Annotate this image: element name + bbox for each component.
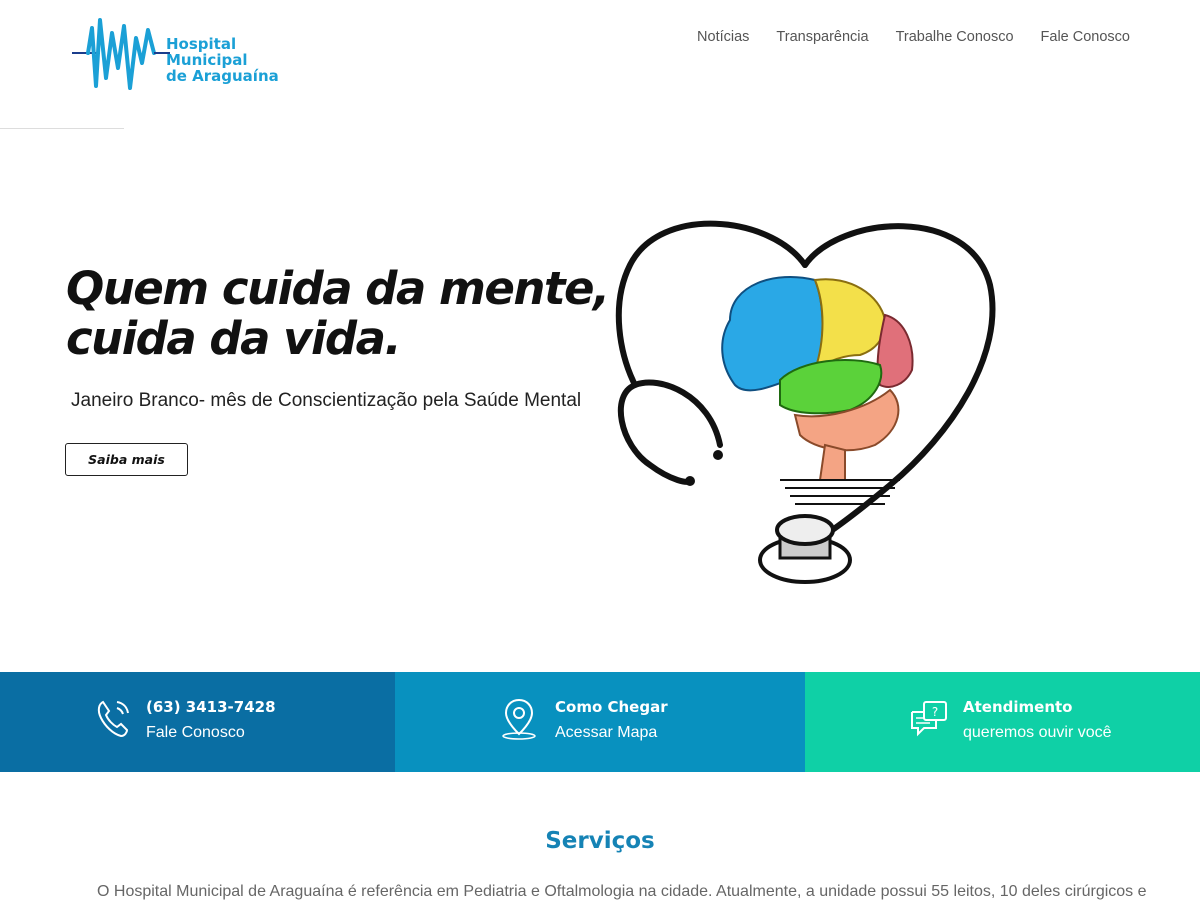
phone-number[interactable]: (63) 3413-7428: [146, 698, 276, 716]
hospital-logo[interactable]: Hospital Municipal de Araguaína: [70, 8, 280, 94]
chat-question-icon: ?: [911, 701, 947, 737]
info-map[interactable]: Como Chegar Acessar Mapa: [395, 672, 805, 772]
nav-noticias[interactable]: Notícias: [697, 29, 749, 45]
logo-line-1: Hospital: [166, 35, 237, 53]
info-band: (63) 3413-7428 Fale Conosco Como Chegar …: [0, 672, 1200, 772]
site-header: Hospital Municipal de Araguaína Notícias…: [0, 0, 1200, 128]
hero-title-line-1: Quem cuida da mente,: [66, 262, 610, 315]
main-nav: Notícias Transparência Trabalhe Conosco …: [697, 29, 1130, 45]
hero-title: Quem cuida da mente, cuida da vida.: [66, 262, 610, 365]
nav-transparencia[interactable]: Transparência: [776, 29, 868, 45]
services-description: O Hospital Municipal de Araguaína é refe…: [97, 883, 1147, 900]
info-phone[interactable]: (63) 3413-7428 Fale Conosco: [0, 672, 395, 772]
hero-title-line-2: cuida da vida.: [66, 312, 402, 365]
nav-fale-conosco[interactable]: Fale Conosco: [1041, 29, 1130, 45]
header-divider: [0, 128, 124, 129]
acessar-mapa-link[interactable]: Acessar Mapa: [555, 724, 657, 742]
heart-stethoscope-brain-icon: [615, 220, 996, 584]
saiba-mais-button[interactable]: Saiba mais: [65, 443, 188, 476]
atendimento-subtitle: queremos ouvir você: [963, 724, 1112, 741]
logo-text: Hospital Municipal de Araguaína: [166, 36, 279, 84]
logo-line-2: Municipal: [166, 51, 248, 69]
atendimento-title: Atendimento: [963, 698, 1073, 716]
services-title: Serviços: [545, 828, 655, 854]
nav-trabalhe-conosco[interactable]: Trabalhe Conosco: [896, 29, 1014, 45]
heartbeat-logo-icon: [72, 18, 170, 90]
svg-text:?: ?: [932, 705, 938, 719]
map-pin-icon: [502, 698, 536, 740]
phone-icon: [97, 700, 129, 738]
logo-line-3: de Araguaína: [166, 67, 279, 85]
como-chegar-title: Como Chegar: [555, 698, 668, 716]
phone-label: Fale Conosco: [146, 724, 245, 741]
info-atendimento[interactable]: ? Atendimento queremos ouvir você: [805, 672, 1200, 772]
hero-subtitle: Janeiro Branco- mês de Conscientização p…: [71, 390, 582, 411]
